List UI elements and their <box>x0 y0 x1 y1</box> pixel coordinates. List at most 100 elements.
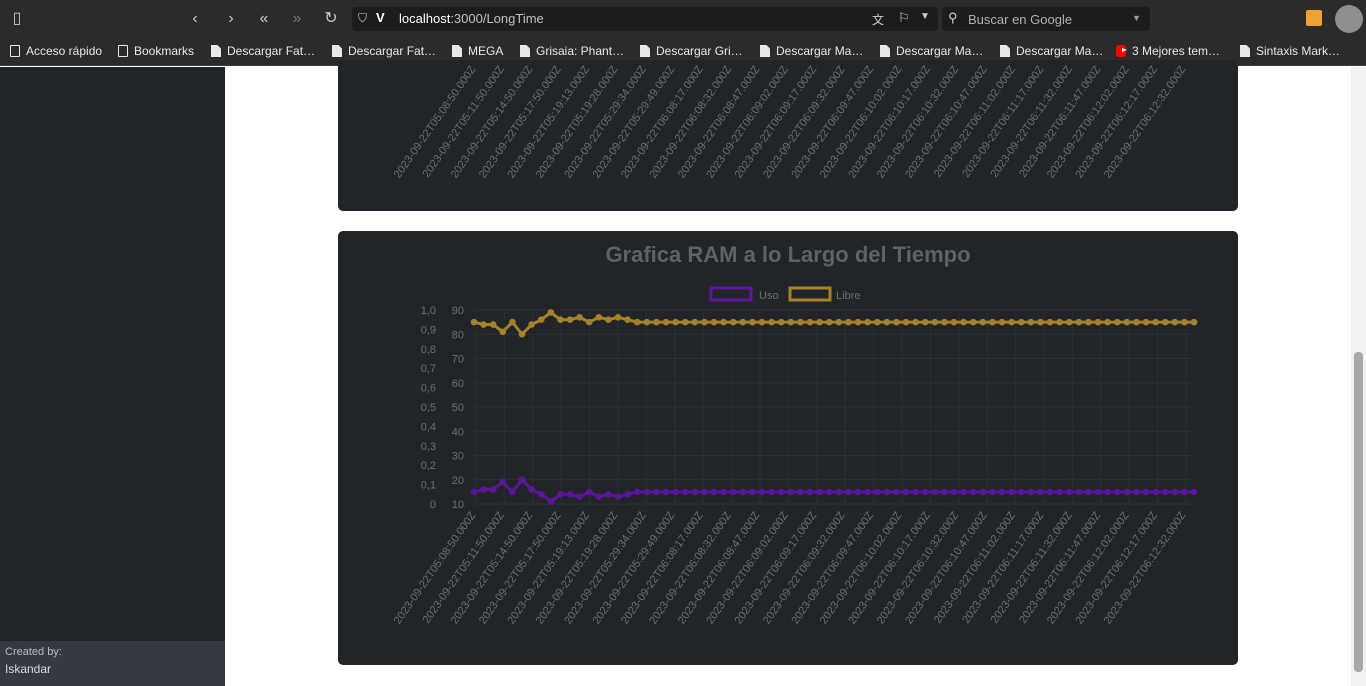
data-point-uso <box>960 488 967 496</box>
data-point-libre <box>989 318 996 326</box>
bookmark-item[interactable]: Descargar Fat… <box>211 44 315 58</box>
data-point-libre <box>701 318 708 326</box>
address-bar[interactable]: ⛉ V localhost:3000/LongTime 文 ⚐ ▼ <box>352 7 938 31</box>
reload-icon[interactable]: ↻ <box>320 9 342 29</box>
page-icon <box>520 45 530 57</box>
data-point-libre <box>547 309 555 316</box>
data-point-libre <box>470 318 478 326</box>
data-point-uso <box>883 488 891 496</box>
bookmark-item[interactable]: Descargar Ma… <box>1000 44 1103 58</box>
data-point-uso <box>710 488 718 496</box>
bookmark-item[interactable]: Descargar Ma… <box>880 44 983 58</box>
data-point-uso <box>1113 488 1121 496</box>
data-point-uso <box>998 488 1006 496</box>
data-point-uso <box>528 486 535 493</box>
y-tick-label-right: 30 <box>452 451 464 463</box>
data-point-libre <box>998 318 1006 326</box>
data-point-libre <box>777 318 785 326</box>
data-point-uso <box>1037 488 1044 496</box>
data-point-libre <box>605 316 612 323</box>
data-point-libre <box>960 318 967 326</box>
chevron-down-icon[interactable]: ▼ <box>1132 13 1141 23</box>
y-tick-label-left: 0,5 <box>421 402 436 414</box>
data-point-uso <box>749 488 756 496</box>
chart-card-top: 2023-09-22T05:08:50.000Z 2023-09-22T05:11… <box>338 60 1238 211</box>
data-point-libre <box>835 318 843 326</box>
page-icon <box>1240 45 1250 57</box>
data-point-uso <box>720 488 727 496</box>
scrollbar-thumb[interactable] <box>1354 352 1363 672</box>
legend-label-uso[interactable]: Uso <box>759 290 779 302</box>
bookmark-item[interactable]: Acceso rápido <box>10 44 102 58</box>
data-point-libre <box>768 318 775 326</box>
search-input[interactable]: Buscar en Google <box>968 12 1072 27</box>
data-point-libre <box>1161 318 1169 326</box>
data-point-libre <box>720 318 727 326</box>
data-point-libre <box>1085 318 1092 326</box>
sidebar-toggle-icon[interactable]: ▯ <box>6 9 28 29</box>
data-point-uso <box>912 488 919 496</box>
url-text[interactable]: localhost:3000/LongTime <box>399 11 544 26</box>
bookmark-item[interactable]: 3 Mejores tem… <box>1116 44 1220 58</box>
data-point-libre <box>969 318 977 326</box>
data-point-libre <box>614 313 622 321</box>
bookmark-item[interactable]: Descargar Fat… <box>332 44 436 58</box>
fast-forward-icon[interactable]: » <box>286 9 308 29</box>
data-point-libre <box>624 316 631 323</box>
y-tick-label-left: 0,1 <box>421 480 436 492</box>
data-point-libre <box>1008 318 1015 326</box>
bookmark-item[interactable]: Sintaxis Mark… <box>1240 44 1340 58</box>
y-tick-label-left: 0,7 <box>421 363 436 375</box>
back-icon[interactable]: ‹ <box>184 9 206 29</box>
bookmark-item[interactable]: Grisaia: Phant… <box>520 44 624 58</box>
data-point-uso <box>989 488 996 496</box>
data-point-libre <box>653 318 660 326</box>
data-point-uso <box>845 488 852 496</box>
data-point-uso <box>1190 488 1198 496</box>
rewind-icon[interactable]: « <box>253 9 275 29</box>
legend-swatch-uso[interactable] <box>709 286 753 302</box>
data-point-uso <box>480 486 487 493</box>
data-point-libre <box>883 318 891 326</box>
forward-icon[interactable]: › <box>220 9 242 29</box>
legend-swatch-libre[interactable] <box>788 286 832 302</box>
ram-chart-card: Grafica RAM a lo Largo del Tiempo Uso Li… <box>338 231 1238 665</box>
bookmark-item[interactable]: MEGA <box>452 44 503 58</box>
data-point-uso <box>854 488 862 496</box>
bookmark-icon[interactable]: ⚐ <box>898 10 910 26</box>
legend-label-libre[interactable]: Libre <box>836 290 860 302</box>
bookmark-item[interactable]: Bookmarks <box>118 44 194 58</box>
data-point-uso <box>1056 488 1063 496</box>
scrollbar[interactable] <box>1351 67 1366 686</box>
data-point-uso <box>1075 488 1083 496</box>
data-point-uso <box>902 488 910 496</box>
chevron-down-icon[interactable]: ▼ <box>920 11 930 22</box>
y-tick-label-right: 40 <box>452 426 464 438</box>
data-point-uso <box>595 493 603 501</box>
avatar[interactable] <box>1335 5 1363 33</box>
extension-icon[interactable] <box>1306 10 1322 26</box>
data-point-libre <box>816 318 823 326</box>
data-point-libre <box>518 330 526 338</box>
y-tick-label-right: 60 <box>452 378 464 390</box>
data-point-libre <box>912 318 919 326</box>
data-point-uso <box>835 488 843 496</box>
data-point-libre <box>1056 318 1063 326</box>
data-point-libre <box>489 321 497 328</box>
vivaldi-icon: V <box>376 10 385 25</box>
bookmark-item[interactable]: Descargar Ma… <box>760 44 863 58</box>
bookmark-item[interactable]: Descargar Gri… <box>640 44 743 58</box>
data-point-uso <box>797 488 804 496</box>
data-point-libre <box>1046 318 1054 326</box>
y-tick-label-left: 1,0 <box>421 305 436 317</box>
data-point-libre <box>1133 318 1140 326</box>
data-point-uso <box>1142 488 1150 496</box>
y-tick-label-right: 90 <box>452 305 464 317</box>
search-bar[interactable]: ⚲ Buscar en Google ▼ <box>942 7 1150 31</box>
shield-icon[interactable]: ⛉ <box>358 11 367 26</box>
translate-icon[interactable]: 文 <box>872 11 884 28</box>
data-point-uso <box>1065 488 1073 496</box>
data-point-uso <box>1123 488 1131 496</box>
data-point-uso <box>825 488 833 496</box>
data-point-uso <box>499 478 507 486</box>
